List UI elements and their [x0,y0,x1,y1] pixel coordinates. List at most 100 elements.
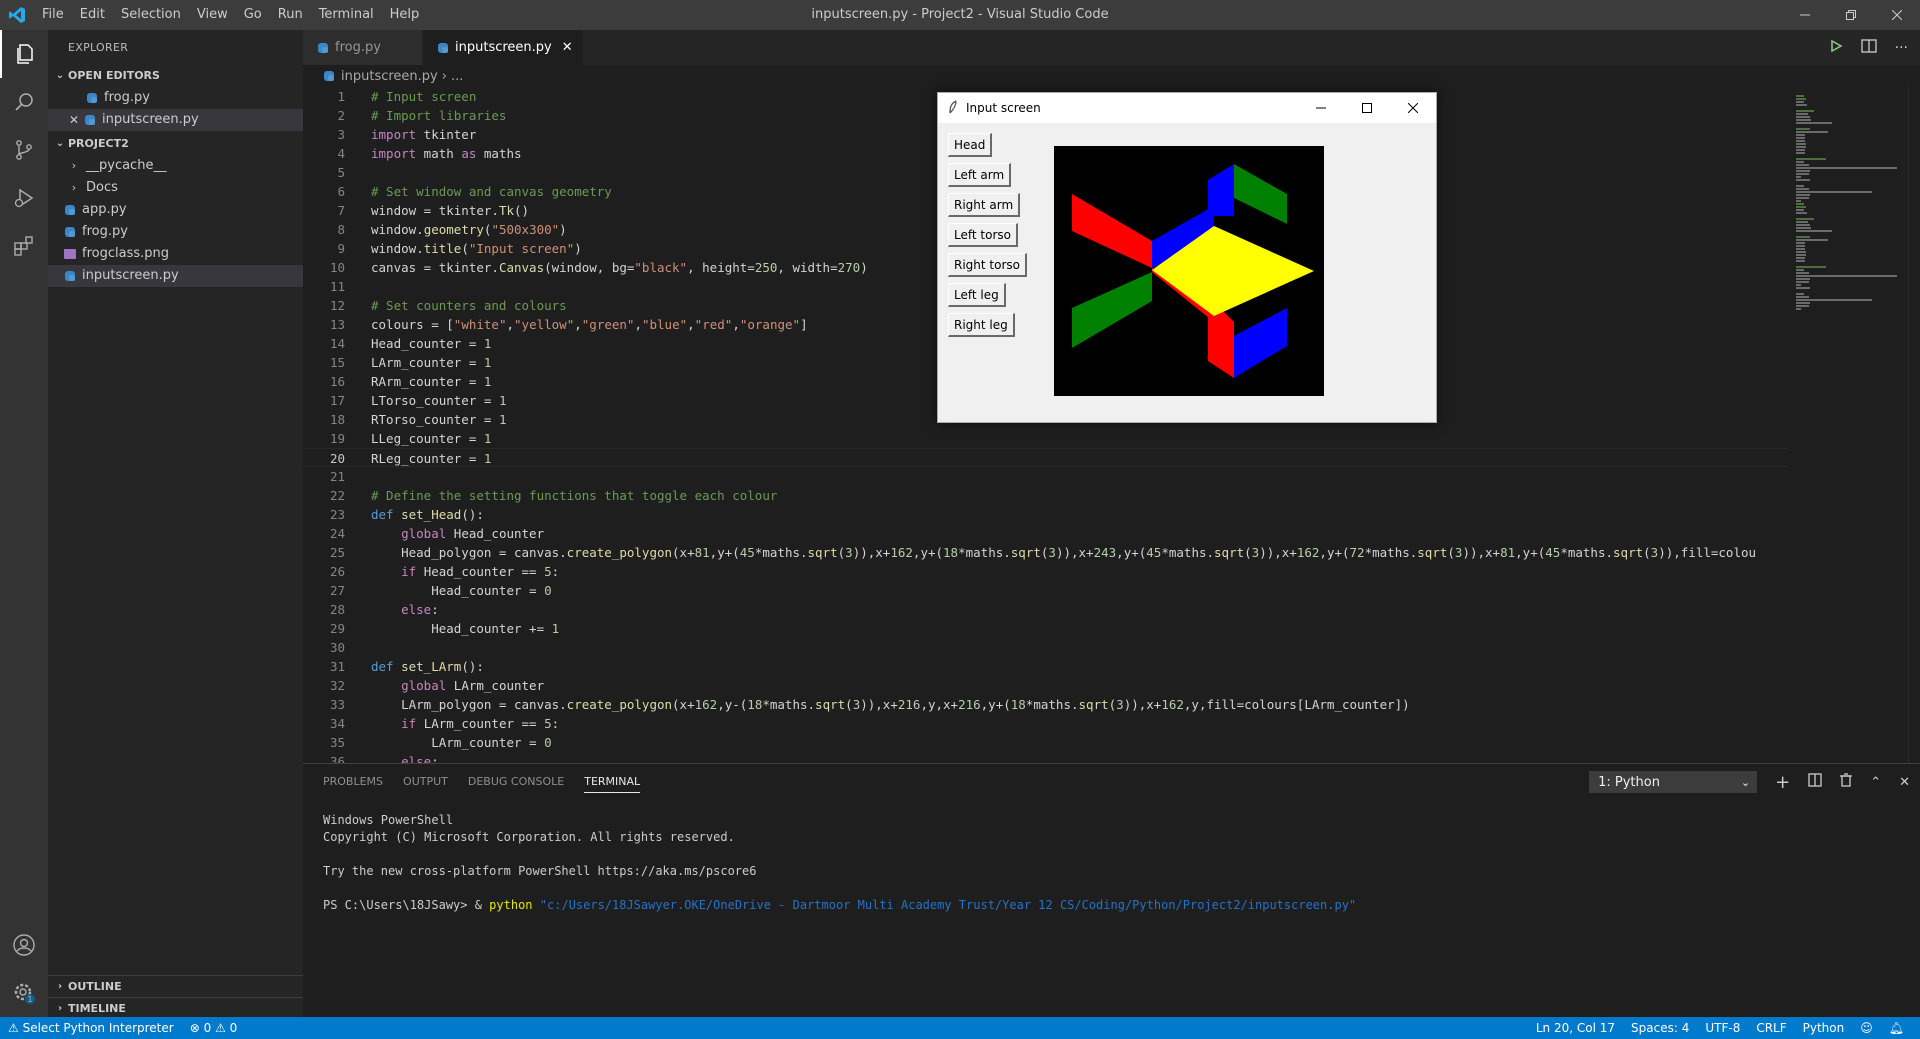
tab-output[interactable]: OUTPUT [403,771,448,792]
line-number: 31 [329,659,345,674]
folder-item[interactable]: › Docs [48,177,303,199]
feedback-icon[interactable]: ☺ [1852,1017,1881,1039]
code-text: Head_polygon = canvas.create_polygon(x+8… [371,545,1757,560]
settings-gear-icon[interactable]: 1 [0,969,48,1017]
file-item-selected[interactable]: inputscreen.py [48,265,303,287]
menu-edit[interactable]: Edit [72,0,113,30]
notifications-bell-icon[interactable]: 🔔︎ [1881,1017,1912,1039]
menu-help[interactable]: Help [382,0,428,30]
run-debug-icon[interactable] [0,174,48,222]
tk-minimize-button[interactable] [1298,93,1344,123]
language-mode[interactable]: Python [1795,1017,1853,1039]
code-line[interactable]: 22 # Define the setting functions that to… [303,486,1788,505]
code-line[interactable]: 32 global LArm_counter [303,676,1788,695]
run-file-icon[interactable] [1829,39,1843,57]
breadcrumb-file[interactable]: inputscreen.py [341,69,438,84]
code-text: Head_counter = 1 [371,336,492,351]
line-number: 12 [329,298,345,313]
right-leg-button[interactable]: Right leg [948,313,1015,337]
problems-status[interactable]: ⊗ 0 ⚠ 0 [182,1017,246,1039]
close-editor-icon[interactable]: ✕ [66,109,82,131]
terminal-output[interactable]: Windows PowerShell Copyright (C) Microso… [323,812,1356,914]
terminal-prompt-line: PS C:\Users\18JSawy> & python "c:/Users/… [323,897,1356,914]
kill-terminal-icon[interactable] [1840,773,1853,791]
code-text: if Head_counter == 5: [401,564,560,579]
left-leg-button[interactable]: Left leg [948,283,1006,307]
code-line[interactable]: 24 global Head_counter [303,524,1788,543]
code-line[interactable]: 34 if LArm_counter == 5: [303,714,1788,733]
minimap-line [1796,134,1805,136]
restore-button[interactable] [1828,0,1874,30]
editor-scrollbar[interactable] [1908,87,1920,763]
extensions-icon[interactable] [0,222,48,270]
tab-terminal[interactable]: TERMINAL [584,771,641,793]
explorer-icon[interactable] [0,30,48,78]
file-item[interactable]: frog.py [48,221,303,243]
code-line[interactable]: 27 Head_counter = 0 [303,581,1788,600]
folder-item[interactable]: › __pycache__ [48,155,303,177]
code-line[interactable]: 35 LArm_counter = 0 [303,733,1788,752]
left-arm-button[interactable]: Left arm [948,163,1012,187]
minimap-line [1796,128,1810,130]
file-item[interactable]: app.py [48,199,303,221]
close-panel-icon[interactable]: ✕ [1899,775,1910,790]
indentation[interactable]: Spaces: 4 [1623,1017,1697,1039]
tab-frog[interactable]: frog.py [303,30,423,65]
cursor-position[interactable]: Ln 20, Col 17 [1528,1017,1623,1039]
open-editor-item[interactable]: frog.py [48,87,303,109]
project-header[interactable]: ⌄ PROJECT2 [48,133,303,155]
account-icon[interactable] [0,921,48,969]
breadcrumb-more[interactable]: ... [451,69,463,84]
line-ending[interactable]: CRLF [1748,1017,1794,1039]
menu-run[interactable]: Run [270,0,311,30]
code-line[interactable]: 26 if Head_counter == 5: [303,562,1788,581]
menu-terminal[interactable]: Terminal [311,0,382,30]
right-arm-button[interactable]: Right arm [948,193,1021,217]
code-line[interactable]: 33 LArm_polygon = canvas.create_polygon(… [303,695,1788,714]
left-torso-button[interactable]: Left torso [948,223,1018,247]
python-interpreter-status[interactable]: ⚠ Select Python Interpreter [0,1017,182,1039]
split-editor-icon[interactable] [1860,38,1877,57]
tk-maximize-button[interactable] [1344,93,1390,123]
close-button[interactable] [1874,0,1920,30]
minimize-button[interactable] [1782,0,1828,30]
code-line[interactable]: 25 Head_polygon = canvas.create_polygon(… [303,543,1788,562]
close-tab-icon[interactable]: ✕ [562,40,573,55]
open-editor-item-active[interactable]: ✕ inputscreen.py [48,109,303,131]
tab-debug-console[interactable]: DEBUG CONSOLE [468,771,564,792]
outline-section[interactable]: › OUTLINE [48,975,303,998]
code-line[interactable]: 23 def set_Head(): [303,505,1788,524]
code-line[interactable]: 19 LLeg_counter = 1 [303,429,1788,448]
menu-selection[interactable]: Selection [113,0,189,30]
encoding[interactable]: UTF-8 [1697,1017,1748,1039]
code-line[interactable]: 20 RLeg_counter = 1 [303,448,1788,467]
head-button[interactable]: Head [948,133,993,157]
more-actions-icon[interactable]: ··· [1895,40,1908,56]
file-item[interactable]: frogclass.png [48,243,303,265]
minimap-line [1796,272,1809,274]
right-torso-button[interactable]: Right torso [948,253,1027,277]
tab-inputscreen[interactable]: inputscreen.py ✕ [423,30,584,65]
code-line[interactable]: 36 else: [303,752,1788,763]
minimap-line [1796,146,1806,148]
code-line[interactable]: 29 Head_counter += 1 [303,619,1788,638]
maximize-panel-icon[interactable]: ⌃ [1870,775,1881,790]
line-number: 24 [329,526,345,541]
tk-close-button[interactable] [1390,93,1436,123]
python-file-icon [62,202,78,218]
code-line[interactable]: 30 [303,638,1788,657]
open-editors-header[interactable]: ⌄ OPEN EDITORS [48,65,303,87]
menu-file[interactable]: File [34,0,72,30]
code-line[interactable]: 31 def set_LArm(): [303,657,1788,676]
tab-problems[interactable]: PROBLEMS [323,771,383,792]
menu-view[interactable]: View [189,0,236,30]
terminal-select[interactable]: 1: Python ⌄ [1589,771,1758,793]
source-control-icon[interactable] [0,126,48,174]
code-line[interactable]: 28 else: [303,600,1788,619]
search-icon[interactable] [0,78,48,126]
minimap[interactable] [1788,87,1908,763]
menu-go[interactable]: Go [236,0,270,30]
code-line[interactable]: 21 [303,467,1788,486]
split-terminal-icon[interactable] [1808,773,1822,791]
new-terminal-icon[interactable]: + [1775,772,1790,793]
